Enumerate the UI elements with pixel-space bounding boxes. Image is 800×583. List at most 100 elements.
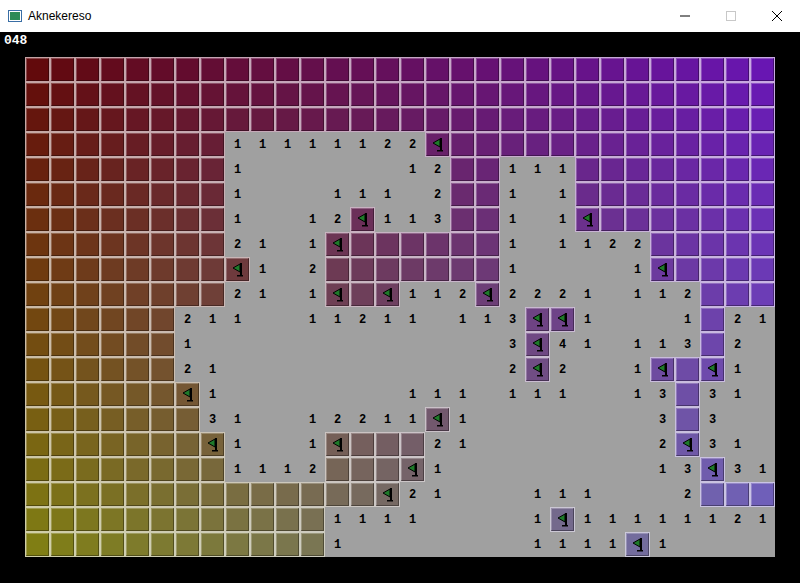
close-button[interactable] [754,0,800,32]
covered-cell[interactable] [500,132,525,157]
open-cell[interactable]: 2 [725,307,750,332]
open-cell[interactable] [375,332,400,357]
open-cell[interactable]: 2 [175,307,200,332]
open-cell[interactable] [625,457,650,482]
covered-cell[interactable] [150,357,175,382]
covered-cell[interactable] [225,57,250,82]
open-cell[interactable]: 1 [725,382,750,407]
covered-cell[interactable] [350,57,375,82]
covered-cell[interactable] [425,232,450,257]
open-cell[interactable]: 3 [650,407,675,432]
covered-cell[interactable] [700,232,725,257]
open-cell[interactable] [225,357,250,382]
open-cell[interactable] [425,357,450,382]
open-cell[interactable]: 1 [500,182,525,207]
covered-cell[interactable] [25,57,50,82]
open-cell[interactable] [300,382,325,407]
covered-cell[interactable] [50,82,75,107]
covered-cell[interactable] [700,332,725,357]
open-cell[interactable] [450,482,475,507]
covered-cell[interactable] [100,207,125,232]
covered-cell[interactable] [400,107,425,132]
open-cell[interactable]: 1 [525,532,550,557]
open-cell[interactable]: 3 [675,457,700,482]
covered-cell[interactable] [50,307,75,332]
covered-cell[interactable] [25,482,50,507]
open-cell[interactable] [500,532,525,557]
covered-cell[interactable] [725,232,750,257]
open-cell[interactable]: 1 [500,232,525,257]
flagged-cell[interactable] [325,232,350,257]
open-cell[interactable]: 1 [400,507,425,532]
open-cell[interactable]: 1 [625,382,650,407]
open-cell[interactable]: 1 [525,482,550,507]
covered-cell[interactable] [625,157,650,182]
covered-cell[interactable] [100,307,125,332]
covered-cell[interactable] [650,82,675,107]
open-cell[interactable]: 1 [550,532,575,557]
open-cell[interactable] [225,332,250,357]
covered-cell[interactable] [200,282,225,307]
covered-cell[interactable] [425,82,450,107]
covered-cell[interactable] [100,432,125,457]
covered-cell[interactable] [75,332,100,357]
covered-cell[interactable] [450,107,475,132]
covered-cell[interactable] [675,82,700,107]
open-cell[interactable]: 1 [675,307,700,332]
open-cell[interactable] [600,282,625,307]
covered-cell[interactable] [125,157,150,182]
open-cell[interactable] [475,432,500,457]
covered-cell[interactable] [300,82,325,107]
open-cell[interactable] [600,457,625,482]
open-cell[interactable]: 1 [400,407,425,432]
open-cell[interactable]: 1 [225,407,250,432]
open-cell[interactable] [400,532,425,557]
covered-cell[interactable] [175,507,200,532]
open-cell[interactable]: 2 [550,357,575,382]
open-cell[interactable] [475,332,500,357]
covered-cell[interactable] [50,207,75,232]
open-cell[interactable]: 1 [650,507,675,532]
open-cell[interactable]: 1 [550,232,575,257]
covered-cell[interactable] [125,482,150,507]
covered-cell[interactable] [200,182,225,207]
open-cell[interactable] [525,457,550,482]
open-cell[interactable]: 1 [325,532,350,557]
open-cell[interactable] [250,307,275,332]
covered-cell[interactable] [100,382,125,407]
covered-cell[interactable] [75,532,100,557]
open-cell[interactable] [275,307,300,332]
open-cell[interactable]: 1 [300,132,325,157]
covered-cell[interactable] [350,232,375,257]
covered-cell[interactable] [125,407,150,432]
open-cell[interactable] [475,507,500,532]
open-cell[interactable]: 1 [725,432,750,457]
covered-cell[interactable] [50,382,75,407]
open-cell[interactable]: 1 [375,307,400,332]
covered-cell[interactable] [600,157,625,182]
open-cell[interactable]: 1 [625,282,650,307]
covered-cell[interactable] [750,482,775,507]
open-cell[interactable]: 2 [375,132,400,157]
covered-cell[interactable] [25,207,50,232]
open-cell[interactable]: 1 [200,357,225,382]
covered-cell[interactable] [575,157,600,182]
covered-cell[interactable] [25,382,50,407]
open-cell[interactable] [300,357,325,382]
covered-cell[interactable] [50,282,75,307]
open-cell[interactable]: 1 [700,507,725,532]
covered-cell[interactable] [175,132,200,157]
covered-cell[interactable] [475,257,500,282]
covered-cell[interactable] [50,257,75,282]
open-cell[interactable]: 1 [550,207,575,232]
covered-cell[interactable] [125,107,150,132]
open-cell[interactable] [600,357,625,382]
open-cell[interactable] [450,532,475,557]
covered-cell[interactable] [75,282,100,307]
covered-cell[interactable] [175,432,200,457]
open-cell[interactable] [450,332,475,357]
open-cell[interactable]: 1 [750,507,775,532]
covered-cell[interactable] [25,357,50,382]
covered-cell[interactable] [675,257,700,282]
covered-cell[interactable] [175,407,200,432]
